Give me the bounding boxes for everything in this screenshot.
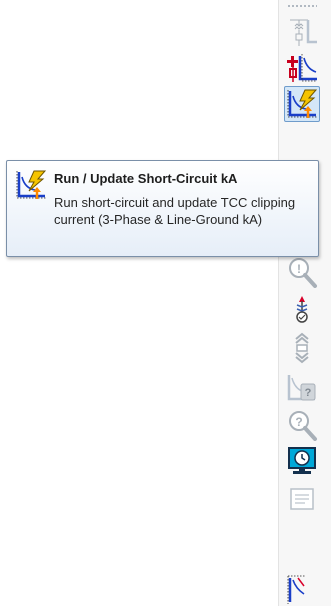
tcc-check-button[interactable]: ? bbox=[284, 370, 320, 406]
document-list-icon bbox=[290, 488, 314, 510]
monitor-clock-icon bbox=[288, 447, 316, 474]
monitor-clock-button[interactable] bbox=[284, 443, 320, 479]
vertical-shift-button[interactable] bbox=[284, 330, 320, 366]
add-protective-device-icon bbox=[287, 54, 317, 82]
svg-text:?: ? bbox=[295, 415, 302, 429]
zoom-search-button[interactable]: ! bbox=[284, 254, 320, 290]
vertical-toolbar: ! ? ? bbox=[278, 0, 331, 606]
toolbar-grip[interactable] bbox=[287, 4, 317, 8]
run-short-circuit-tcc-icon bbox=[287, 89, 318, 118]
tcc-curve-icon bbox=[287, 575, 306, 604]
help-query-icon: ? bbox=[289, 411, 317, 441]
tcc-check-icon: ? bbox=[287, 375, 316, 401]
substation-oneline-icon bbox=[290, 19, 317, 46]
svg-text:!: ! bbox=[297, 262, 301, 276]
zoom-search-icon: ! bbox=[289, 258, 317, 288]
svg-text:?: ? bbox=[305, 387, 312, 399]
tcc-curve-button[interactable] bbox=[284, 570, 320, 606]
tooltip-description: Run short-circuit and update TCC clippin… bbox=[54, 195, 296, 227]
help-query-button[interactable]: ? bbox=[284, 407, 320, 443]
vertical-shift-icon bbox=[295, 332, 309, 364]
short-circuit-tcc-icon bbox=[15, 169, 47, 201]
substation-oneline-button[interactable] bbox=[284, 14, 320, 50]
relay-sensor-icon bbox=[296, 296, 308, 323]
tooltip-title: Run / Update Short-Circuit kA bbox=[54, 171, 238, 186]
relay-sensor-button[interactable] bbox=[284, 291, 320, 327]
add-protective-device-button[interactable] bbox=[284, 50, 320, 86]
run-short-circuit-button[interactable] bbox=[284, 86, 320, 122]
document-list-button[interactable] bbox=[284, 481, 320, 517]
tooltip: Run / Update Short-Circuit kA Run short-… bbox=[6, 160, 319, 257]
